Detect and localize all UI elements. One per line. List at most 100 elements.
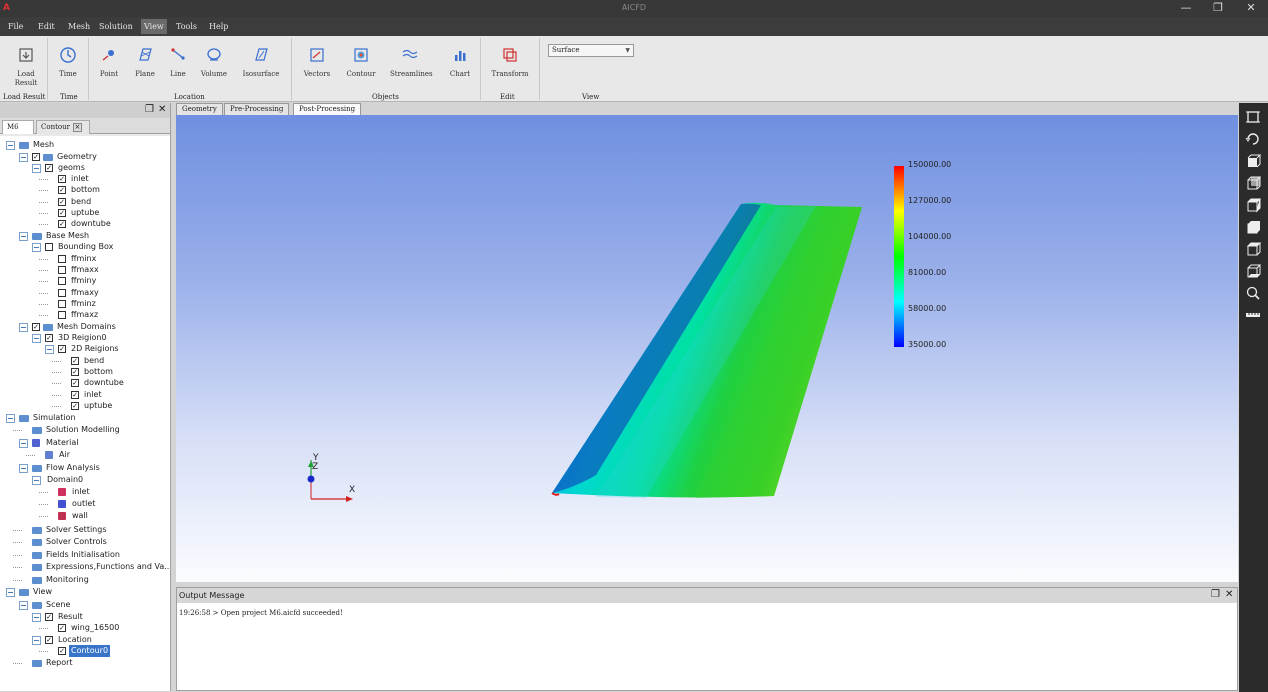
- view-front-icon[interactable]: [1245, 153, 1261, 169]
- vectors-button[interactable]: Vectors: [297, 44, 337, 94]
- isosurface-button[interactable]: Isosurface: [241, 44, 281, 94]
- tree-item[interactable]: Solution Modelling: [0, 424, 170, 436]
- tree-checkbox[interactable]: [58, 255, 66, 263]
- tree-checkbox[interactable]: [58, 289, 66, 297]
- tree-item[interactable]: Flow Analysis: [0, 462, 170, 474]
- float-panel-icon[interactable]: ❐: [145, 104, 154, 116]
- transform-button[interactable]: Transform: [490, 44, 530, 94]
- tree-checkbox[interactable]: ✓: [58, 345, 66, 353]
- tree-item[interactable]: Fields Initialisation: [0, 549, 170, 561]
- tree-item[interactable]: ✓ 2D Reigions: [0, 343, 170, 355]
- collapse-toggle-icon[interactable]: [32, 334, 41, 343]
- tree-checkbox[interactable]: ✓: [45, 613, 53, 621]
- tree-item[interactable]: ✓ downtube: [0, 218, 170, 230]
- tree-item[interactable]: inlet: [0, 486, 170, 498]
- tree-item[interactable]: outlet: [0, 498, 170, 510]
- float-panel-icon[interactable]: ❐: [1211, 589, 1220, 601]
- tab-contour[interactable]: Contour ×: [36, 120, 90, 134]
- line-button[interactable]: Line: [158, 44, 198, 94]
- fit-view-icon[interactable]: [1245, 109, 1261, 125]
- tree-checkbox[interactable]: [58, 266, 66, 274]
- collapse-toggle-icon[interactable]: [45, 345, 54, 354]
- tree-item[interactable]: ✓ downtube: [0, 377, 170, 389]
- tree-item[interactable]: Solver Settings: [0, 524, 170, 536]
- view-left-icon[interactable]: [1245, 197, 1261, 213]
- tree-item[interactable]: Expressions,Functions and Va...: [0, 561, 170, 573]
- collapse-toggle-icon[interactable]: [6, 588, 15, 597]
- view-back-icon[interactable]: [1245, 175, 1261, 191]
- tree-checkbox[interactable]: ✓: [58, 624, 66, 632]
- close-tab-icon[interactable]: ×: [72, 123, 82, 132]
- tree-checkbox[interactable]: ✓: [58, 198, 66, 206]
- tab-m6[interactable]: M6: [2, 120, 34, 134]
- tree-checkbox[interactable]: ✓: [32, 153, 40, 161]
- tree-item[interactable]: Air: [0, 449, 170, 461]
- tree-checkbox[interactable]: [45, 243, 53, 251]
- tree-checkbox[interactable]: [58, 277, 66, 285]
- tree-checkbox[interactable]: ✓: [58, 175, 66, 183]
- collapse-toggle-icon[interactable]: [32, 243, 41, 252]
- tree-checkbox[interactable]: ✓: [58, 186, 66, 194]
- tree-item[interactable]: View: [0, 586, 170, 598]
- tree-item[interactable]: wall: [0, 510, 170, 522]
- tree-item[interactable]: Solver Controls: [0, 536, 170, 548]
- collapse-toggle-icon[interactable]: [6, 414, 15, 423]
- tree-item[interactable]: Monitoring: [0, 574, 170, 586]
- tree-item[interactable]: Scene: [0, 599, 170, 611]
- tree-checkbox[interactable]: ✓: [71, 391, 79, 399]
- collapse-toggle-icon[interactable]: [19, 464, 28, 473]
- collapse-toggle-icon[interactable]: [19, 153, 28, 162]
- menu-help[interactable]: Help: [206, 19, 231, 34]
- tree-item[interactable]: ffmaxz: [0, 309, 170, 321]
- tree-checkbox[interactable]: ✓: [71, 368, 79, 376]
- load-result-button[interactable]: Load Result: [6, 44, 46, 94]
- tree-item[interactable]: Bounding Box: [0, 241, 170, 253]
- collapse-toggle-icon[interactable]: [32, 476, 41, 485]
- menu-file[interactable]: File: [5, 19, 26, 34]
- collapse-toggle-icon[interactable]: [19, 601, 28, 610]
- menu-tools[interactable]: Tools: [173, 19, 200, 34]
- tree-checkbox[interactable]: ✓: [58, 220, 66, 228]
- tree-item[interactable]: Mesh: [0, 139, 170, 151]
- view-bottom-icon[interactable]: [1245, 263, 1261, 279]
- tree-item[interactable]: ✓ uptube: [0, 400, 170, 412]
- tree-checkbox[interactable]: ✓: [45, 334, 53, 342]
- maximize-button[interactable]: ❐: [1207, 1, 1229, 15]
- 3d-viewport[interactable]: Y Z X 150000.00 127000.00 104000.00 8100…: [176, 115, 1238, 582]
- point-button[interactable]: Point: [89, 44, 129, 94]
- menu-solution[interactable]: Solution: [96, 19, 136, 34]
- tree-item[interactable]: ✓ bottom: [0, 184, 170, 196]
- collapse-toggle-icon[interactable]: [32, 164, 41, 173]
- tree-checkbox[interactable]: ✓: [45, 164, 53, 172]
- tree-checkbox[interactable]: [58, 311, 66, 319]
- view-top-icon[interactable]: [1245, 241, 1261, 257]
- tree-checkbox[interactable]: [58, 300, 66, 308]
- volume-button[interactable]: Volume: [194, 44, 234, 94]
- collapse-toggle-icon[interactable]: [32, 636, 41, 645]
- tree-checkbox[interactable]: ✓: [32, 323, 40, 331]
- close-button[interactable]: ✕: [1240, 1, 1262, 15]
- chart-button[interactable]: Chart: [440, 44, 480, 94]
- time-button[interactable]: Time: [48, 44, 88, 94]
- tree-checkbox[interactable]: ✓: [45, 636, 53, 644]
- collapse-toggle-icon[interactable]: [19, 439, 28, 448]
- collapse-toggle-icon[interactable]: [19, 323, 28, 332]
- close-panel-icon[interactable]: ✕: [158, 104, 166, 116]
- tree-item[interactable]: ✓ Contour0: [0, 645, 170, 657]
- collapse-toggle-icon[interactable]: [6, 141, 15, 150]
- view-right-icon[interactable]: [1245, 219, 1261, 235]
- menu-view[interactable]: View: [141, 19, 167, 34]
- streamlines-button[interactable]: Streamlines: [390, 44, 433, 94]
- collapse-toggle-icon[interactable]: [32, 613, 41, 622]
- surface-mode-select[interactable]: Surface ▼: [548, 44, 634, 57]
- minimize-button[interactable]: —: [1175, 1, 1197, 15]
- tree-item[interactable]: ffminy: [0, 275, 170, 287]
- ruler-icon[interactable]: [1245, 307, 1261, 323]
- tree-checkbox[interactable]: ✓: [71, 402, 79, 410]
- collapse-toggle-icon[interactable]: [19, 232, 28, 241]
- tree-checkbox[interactable]: ✓: [71, 357, 79, 365]
- close-panel-icon[interactable]: ✕: [1225, 589, 1233, 601]
- tree-item[interactable]: Domain0: [0, 474, 170, 486]
- tree-checkbox[interactable]: ✓: [71, 379, 79, 387]
- tab-post-processing[interactable]: Post-Processing: [293, 103, 362, 115]
